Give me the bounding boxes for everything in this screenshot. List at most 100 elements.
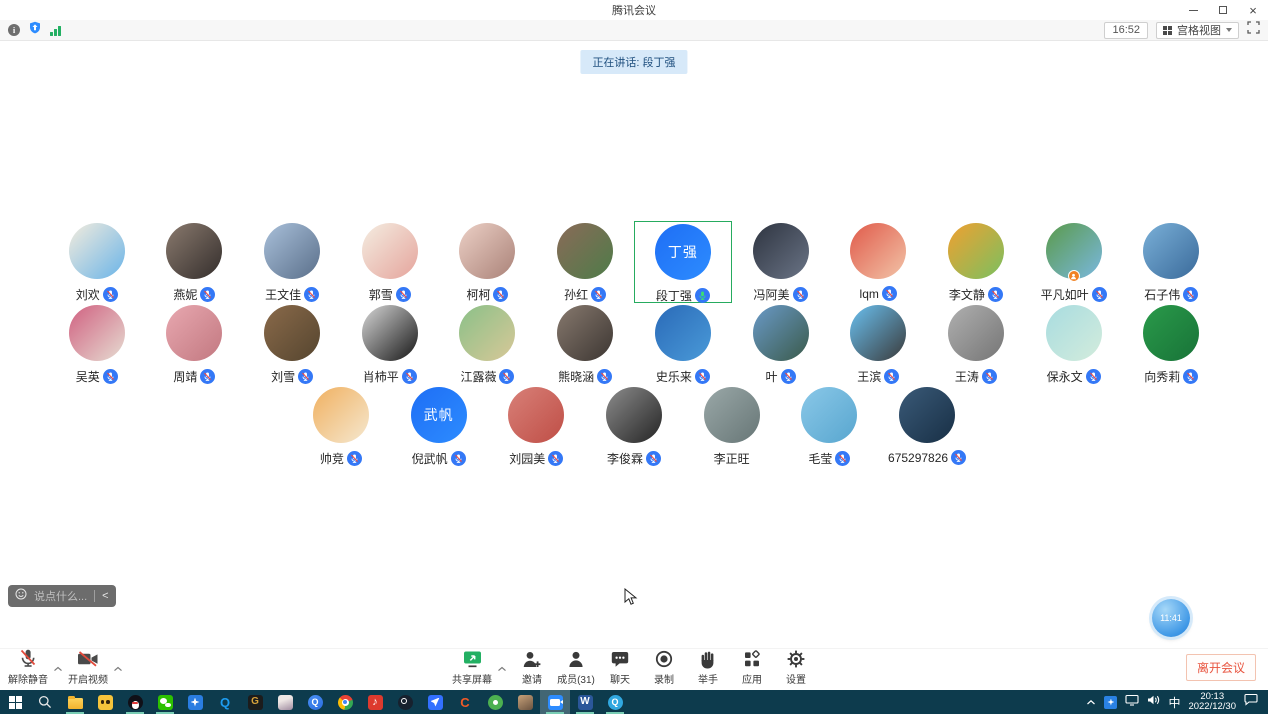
chevron-up-icon[interactable] [496, 652, 508, 686]
participant-tile[interactable]: 叶 [732, 303, 830, 385]
meeting-info-icon[interactable]: i [8, 24, 20, 36]
thunder-taskbar-icon[interactable] [180, 690, 210, 714]
members-button[interactable]: 成员(31) [556, 648, 596, 686]
participant-name-row: 叶 [766, 368, 796, 385]
chrome-taskbar-icon[interactable] [330, 690, 360, 714]
participant-name: 周靖 [173, 368, 197, 385]
netease-music-taskbar-icon[interactable]: ♪ [360, 690, 390, 714]
avatar [1143, 223, 1199, 279]
unmute-button[interactable]: 解除静音 [8, 648, 48, 686]
participant-tile[interactable]: 周靖 [146, 303, 244, 385]
emoji-icon[interactable] [15, 587, 27, 605]
participant-tile[interactable]: 燕妮 [146, 221, 244, 303]
invite-icon [522, 648, 542, 669]
participant-tile[interactable]: 李正旺 [683, 385, 781, 467]
floating-timer-badge[interactable]: 11:41 [1152, 599, 1190, 637]
qq-music-taskbar-icon[interactable]: Q [600, 690, 630, 714]
participant-name-row: 孙红 [564, 286, 606, 303]
wechat-taskbar-icon[interactable] [150, 690, 180, 714]
layout-label: 宫格视图 [1177, 22, 1221, 38]
participant-tile[interactable]: 史乐来 [634, 303, 732, 385]
tray-expand-icon[interactable] [1086, 693, 1096, 711]
record-button[interactable]: 录制 [644, 648, 684, 686]
participant-tile[interactable]: 武帆倪武帆 [390, 385, 488, 467]
participant-tile[interactable]: 向秀莉 [1122, 303, 1220, 385]
participant-tile[interactable]: 保永文 [1025, 303, 1123, 385]
tencent-meeting-taskbar-icon[interactable] [540, 690, 570, 714]
volume-icon[interactable] [1147, 693, 1160, 711]
participant-tile[interactable]: 李俊霖 [585, 385, 683, 467]
chat-button[interactable]: 聊天 [600, 648, 640, 686]
quark-taskbar-icon[interactable]: Q [300, 690, 330, 714]
ime-indicator[interactable]: 中 [1168, 694, 1180, 711]
participant-tile[interactable]: 冯阿美 [732, 221, 830, 303]
participant-tile[interactable]: 肖柿平 [341, 303, 439, 385]
qq-browser-taskbar-icon[interactable]: Q [210, 690, 240, 714]
avatar [753, 223, 809, 279]
search-taskbar-icon[interactable] [30, 690, 60, 714]
steam-taskbar-icon[interactable] [390, 690, 420, 714]
network-signal-icon[interactable] [50, 25, 61, 36]
settings-button[interactable]: 设置 [776, 648, 816, 686]
qq-taskbar-icon[interactable] [120, 690, 150, 714]
contact-app-taskbar-icon[interactable] [510, 690, 540, 714]
participant-tile[interactable]: 郭雪 [341, 221, 439, 303]
start-taskbar-icon[interactable] [0, 690, 30, 714]
minimize-button[interactable] [1178, 0, 1208, 20]
participant-tile[interactable]: 柯柯 [439, 221, 537, 303]
yellow-app-taskbar-icon[interactable] [90, 690, 120, 714]
participant-tile[interactable]: 江露薇 [439, 303, 537, 385]
word-taskbar-icon[interactable]: W [570, 690, 600, 714]
apps-button[interactable]: 应用 [732, 648, 772, 686]
explorer-taskbar-icon[interactable] [60, 690, 90, 714]
close-button[interactable]: × [1238, 0, 1268, 20]
participant-tile[interactable]: 孙红 [536, 221, 634, 303]
quick-chat-bubble[interactable]: 说点什么... < [8, 585, 116, 607]
participant-tile[interactable]: 王文佳 [243, 221, 341, 303]
participant-tile[interactable]: 吴英 [48, 303, 146, 385]
layout-switcher[interactable]: 宫格视图 [1156, 22, 1239, 39]
tray-app-icon[interactable] [1104, 696, 1117, 709]
raise-hand-button[interactable]: 举手 [688, 648, 728, 686]
participant-tile[interactable]: 王滨 [829, 303, 927, 385]
start-video-button[interactable]: 开启视频 [68, 648, 108, 686]
participant-name-row: 石子伟 [1144, 286, 1198, 303]
green-app-taskbar-icon[interactable] [480, 690, 510, 714]
meeting-statusbar: i 16:52 宫格视图 [0, 20, 1268, 41]
participant-tile[interactable]: 丁强段丁强 [634, 221, 732, 303]
participant-tile[interactable]: 王涛 [927, 303, 1025, 385]
orange-c-taskbar-icon[interactable]: C [450, 690, 480, 714]
feishu-taskbar-icon[interactable] [420, 690, 450, 714]
anime-app-taskbar-icon[interactable] [270, 690, 300, 714]
taskbar-clock[interactable]: 20:13 2022/12/30 [1188, 692, 1236, 713]
action-center-icon[interactable] [1244, 693, 1258, 711]
participant-tile[interactable]: 李文静 [927, 221, 1025, 303]
leave-meeting-button[interactable]: 离开会议 [1186, 654, 1256, 681]
participant-tile[interactable]: 刘园美 [487, 385, 585, 467]
chat-input-placeholder[interactable]: 说点什么... [34, 588, 87, 604]
fullscreen-button[interactable] [1247, 21, 1260, 39]
participant-grid: 刘欢 燕妮 王文佳 郭雪 柯柯 孙红 丁强段丁强 [0, 221, 1268, 467]
g-app-taskbar-icon[interactable]: G [240, 690, 270, 714]
participant-tile[interactable]: 675297826 [878, 385, 976, 467]
collapse-chat-icon[interactable]: < [102, 591, 108, 602]
avatar [850, 223, 906, 279]
maximize-button[interactable] [1208, 0, 1238, 20]
participant-tile[interactable]: 平凡如叶 [1025, 221, 1123, 303]
participant-name: 郭雪 [369, 286, 393, 303]
invite-button[interactable]: 邀请 [512, 648, 552, 686]
security-shield-icon[interactable] [29, 21, 41, 39]
control-label: 举手 [698, 671, 718, 686]
share-screen-button[interactable]: 共享屏幕 [452, 648, 492, 686]
chevron-up-icon[interactable] [52, 652, 64, 686]
participant-tile[interactable]: 帅竞 [292, 385, 390, 467]
participant-tile[interactable]: lqm [829, 221, 927, 303]
participant-tile[interactable]: 刘雪 [243, 303, 341, 385]
control-label: 开启视频 [68, 671, 108, 686]
participant-tile[interactable]: 熊晓涵 [536, 303, 634, 385]
participant-tile[interactable]: 刘欢 [48, 221, 146, 303]
chevron-up-icon[interactable] [112, 652, 124, 686]
network-icon[interactable] [1125, 693, 1139, 711]
participant-tile[interactable]: 毛莹 [781, 385, 879, 467]
participant-tile[interactable]: 石子伟 [1122, 221, 1220, 303]
